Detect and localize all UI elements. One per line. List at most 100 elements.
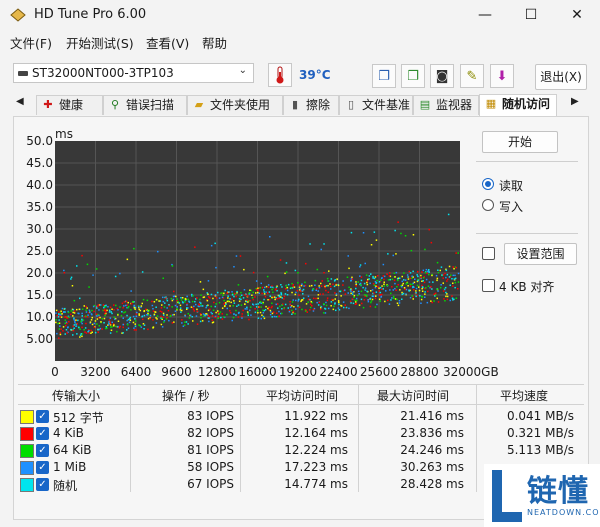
scatter-point — [159, 310, 162, 312]
cell-max: 30.263 ms — [400, 460, 464, 474]
tab-scroll-left-icon[interactable]: ◀ — [16, 96, 24, 107]
scatter-point — [61, 313, 63, 315]
scatter-point — [426, 301, 429, 304]
tab-file-benchmark[interactable]: ▯ 文件基准 — [339, 95, 413, 115]
options-button[interactable]: ✎ — [460, 64, 484, 88]
scatter-point — [235, 255, 238, 257]
scatter-point — [344, 304, 346, 306]
scatter-point — [267, 307, 269, 310]
tab-erase[interactable]: ▮ 擦除 — [283, 95, 339, 115]
scatter-point — [265, 291, 267, 293]
scatter-point — [86, 316, 89, 318]
scatter-point — [134, 323, 136, 325]
scatter-point — [202, 313, 205, 315]
scatter-point — [404, 288, 406, 291]
scatter-point — [299, 290, 302, 292]
scatter-point — [59, 315, 61, 318]
scatter-point — [230, 301, 232, 304]
scatter-point — [279, 305, 281, 308]
scatter-point — [109, 332, 112, 334]
series-checkbox[interactable]: ✓ — [36, 410, 49, 423]
menu-file[interactable]: 文件(F) — [10, 33, 52, 52]
scatter-point — [263, 293, 266, 295]
maximize-button[interactable]: ☐ — [508, 0, 554, 30]
scatter-point — [140, 305, 143, 307]
menu-help[interactable]: 帮助 — [202, 33, 227, 52]
scatter-point — [347, 255, 349, 257]
copy-info-button[interactable]: ❐ — [401, 64, 425, 88]
scatter-point — [168, 319, 170, 322]
scatter-point — [210, 305, 212, 308]
menu-start-test[interactable]: 开始测试(S) — [66, 33, 134, 52]
range-checkbox[interactable] — [482, 247, 495, 260]
minimize-button[interactable]: — — [462, 0, 508, 30]
series-checkbox[interactable]: ✓ — [36, 461, 49, 474]
scatter-point — [335, 309, 337, 312]
scatter-point — [317, 290, 319, 292]
tab-random-access[interactable]: ▦ 随机访问 — [479, 94, 557, 116]
scatter-point — [181, 309, 183, 312]
write-radio[interactable] — [482, 199, 494, 211]
scatter-point — [255, 306, 258, 308]
tab-folder-usage[interactable]: ▰ 文件夹使用 — [187, 95, 283, 115]
scatter-point — [251, 297, 254, 299]
scatter-point — [273, 296, 276, 298]
scatter-point — [233, 266, 235, 268]
save-icon: ⬇ — [496, 68, 508, 84]
tab-scroll-right-icon[interactable]: ▶ — [571, 96, 579, 107]
series-checkbox[interactable]: ✓ — [36, 444, 49, 457]
scatter-point — [453, 278, 456, 280]
scatter-point — [267, 299, 269, 301]
tab-monitor[interactable]: ▤ 监视器 — [413, 95, 479, 115]
scatter-point — [344, 289, 346, 291]
scatter-point — [338, 309, 341, 311]
align-4kb-checkbox[interactable] — [482, 279, 495, 292]
y-tick-label: 20.0 — [26, 266, 53, 280]
menu-view[interactable]: 查看(V) — [146, 33, 189, 52]
close-button[interactable]: ✕ — [554, 0, 600, 30]
series-checkbox[interactable]: ✓ — [36, 478, 49, 491]
watermark-text: 链懂 — [527, 474, 589, 509]
scatter-point — [323, 303, 325, 305]
scatter-point — [133, 247, 135, 250]
scatter-point — [342, 301, 345, 303]
series-checkbox[interactable]: ✓ — [36, 427, 49, 440]
screenshot-button[interactable]: ◙ — [430, 64, 454, 88]
scatter-point — [394, 287, 396, 290]
scatter-point — [233, 302, 236, 304]
scatter-point — [374, 280, 377, 283]
scatter-point — [89, 321, 92, 323]
start-button[interactable]: 开始 — [482, 131, 558, 153]
scatter-point — [383, 285, 385, 287]
drive-select[interactable]: ST32000NT000-3TP103 ⌄ — [13, 63, 254, 83]
copy-button[interactable]: ❐ — [372, 64, 396, 88]
scatter-point — [270, 306, 273, 309]
scatter-point — [436, 288, 439, 290]
scatter-point — [79, 328, 81, 330]
set-range-button[interactable]: 设置范围 — [504, 243, 577, 265]
scatter-point — [160, 315, 162, 318]
scatter-point — [58, 311, 60, 313]
scatter-point — [401, 275, 403, 278]
scatter-point — [358, 304, 361, 306]
scatter-point — [143, 328, 145, 330]
scatter-point — [368, 278, 370, 280]
scatter-point — [295, 291, 297, 294]
scatter-point — [238, 300, 241, 302]
scatter-point — [86, 263, 89, 266]
tab-error-scan[interactable]: ⚲ 错误扫描 — [103, 95, 187, 115]
read-radio[interactable] — [482, 178, 494, 190]
y-tick-label: 30.0 — [26, 222, 53, 236]
scatter-point — [353, 294, 356, 297]
save-button[interactable]: ⬇ — [490, 64, 514, 88]
scatter-point — [172, 295, 175, 298]
scatter-point — [99, 316, 101, 319]
scatter-point — [221, 318, 224, 320]
scatter-point — [143, 310, 146, 312]
exit-button[interactable]: 退出(X) — [535, 64, 587, 90]
scatter-point — [451, 278, 453, 280]
scatter-point — [450, 274, 452, 276]
scatter-point — [193, 310, 195, 312]
scatter-point — [127, 324, 129, 326]
tab-health[interactable]: ✚ 健康 — [36, 95, 103, 115]
